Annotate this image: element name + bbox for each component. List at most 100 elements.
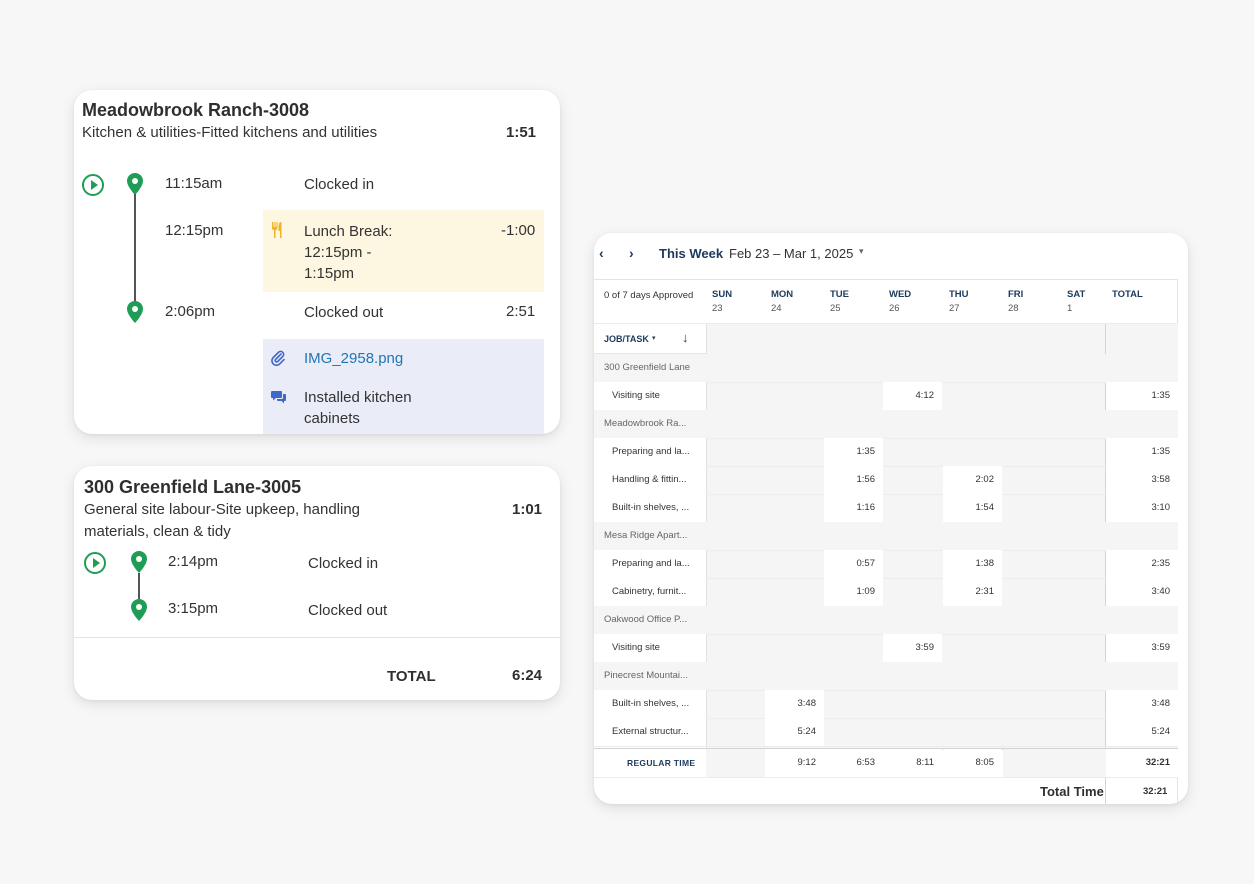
time-cell[interactable]: 3:48	[765, 690, 824, 718]
task-name: Preparing and la...	[612, 446, 690, 457]
play-icon[interactable]	[82, 174, 104, 196]
job-group-row[interactable]: Mesa Ridge Apart...	[594, 522, 1178, 550]
row-total-cell: 3:40	[1106, 578, 1178, 606]
previous-week-button[interactable]: ‹	[599, 245, 604, 261]
time-cell[interactable]: 1:09	[824, 578, 883, 606]
job-name: Meadowbrook Ra...	[604, 418, 687, 429]
chevron-down-icon[interactable]: ▾	[859, 246, 864, 257]
timesheet-grid: 0 of 7 days Approved SUN 23 MON 24 TUE 25 WED 2…	[594, 279, 1178, 804]
time-cell[interactable]: 1:56	[824, 466, 883, 494]
location-pin-icon	[127, 173, 143, 195]
next-week-button[interactable]: ›	[629, 245, 634, 261]
job-name: 300 Greenfield Lane	[604, 362, 691, 373]
lunch-break-duration: -1:00	[501, 222, 536, 239]
play-icon[interactable]	[84, 552, 106, 574]
entry-time: 2:06pm	[165, 303, 216, 320]
task-row[interactable]: Cabinetry, furnit... 1:09 2:31 3:40	[594, 578, 1178, 606]
task-row[interactable]: Visiting site 4:12 1:35	[594, 382, 1178, 410]
time-cell[interactable]: 1:35	[824, 438, 883, 466]
day-header-number: 23	[712, 303, 723, 314]
total-value: 6:24	[512, 667, 543, 684]
job-task-header[interactable]: JOB/TASK ▾ ↓	[594, 324, 706, 354]
task-row[interactable]: Built-in shelves, ... 1:16 1:54 3:10	[594, 494, 1178, 522]
time-cell[interactable]: 5:24	[765, 718, 824, 746]
entry-label: Clocked out	[304, 304, 384, 321]
total-label: TOTAL	[387, 668, 436, 685]
job-subtitle: Kitchen & utilities-Fitted kitchens and …	[82, 124, 378, 141]
day-header-number: 25	[830, 303, 841, 314]
task-name: Handling & fittin...	[612, 474, 687, 485]
timeline-line	[134, 194, 136, 302]
job-duration: 1:01	[512, 501, 543, 518]
total-column-header: TOTAL	[1112, 289, 1143, 300]
empty-cell	[706, 749, 765, 777]
total-time-value: 32:21	[1143, 786, 1168, 797]
row-total-cell: 3:59	[1106, 634, 1178, 662]
day-header-name: SAT	[1067, 289, 1086, 300]
task-name: Preparing and la...	[612, 558, 690, 569]
time-cell[interactable]: 1:54	[943, 494, 1002, 522]
total-time-label: Total Time	[1040, 784, 1104, 799]
location-pin-icon	[131, 599, 147, 621]
task-name: External structur...	[612, 726, 689, 737]
entry-time: 12:15pm	[165, 222, 224, 239]
note-text: Installed kitchen cabinets	[304, 389, 412, 427]
day-header-name: SUN	[712, 289, 733, 300]
row-divider	[594, 777, 1178, 778]
location-pin-icon	[127, 301, 143, 323]
day-header-number: 26	[889, 303, 900, 314]
divider	[74, 637, 560, 638]
day-header-number: 24	[771, 303, 782, 314]
job-name: Oakwood Office P...	[604, 614, 688, 625]
task-row[interactable]: Visiting site 3:59 3:59	[594, 634, 1178, 662]
chevron-down-icon: ▾	[652, 335, 656, 342]
time-cell[interactable]: 4:12	[883, 382, 942, 410]
time-cell[interactable]: 1:16	[824, 494, 883, 522]
job-duration: 1:51	[506, 124, 537, 141]
entry-label: Clocked in	[308, 555, 379, 572]
entry-duration: 2:51	[506, 303, 536, 320]
row-total-cell: 1:35	[1106, 438, 1178, 466]
task-name: Built-in shelves, ...	[612, 502, 690, 513]
job-group-row[interactable]: Pinecrest Mountai...	[594, 662, 1178, 690]
task-row[interactable]: Built-in shelves, ... 3:48 3:48	[594, 690, 1178, 718]
regular-time-cell: 6:53	[824, 749, 883, 777]
weekly-timesheet: ‹ › This Week Feb 23 – Mar 1, 2025 ▾ 0 o…	[594, 233, 1188, 804]
time-cell[interactable]: 0:57	[824, 550, 883, 578]
regular-time-cell: 8:11	[883, 749, 942, 777]
sort-arrow-icon[interactable]: ↓	[682, 330, 689, 345]
task-row[interactable]: Handling & fittin... 1:56 2:02 3:58	[594, 466, 1178, 494]
date-range[interactable]: Feb 23 – Mar 1, 2025	[729, 246, 853, 261]
empty-cell	[1003, 749, 1106, 777]
job-group-row[interactable]: 300 Greenfield Lane	[594, 354, 1178, 382]
task-row[interactable]: Preparing and la... 0:57 1:38 2:35	[594, 550, 1178, 578]
attachment-link[interactable]: IMG_2958.png	[304, 348, 403, 369]
task-name: Built-in shelves, ...	[612, 698, 690, 709]
day-header-name: MON	[771, 289, 794, 300]
fork-knife-icon	[272, 222, 282, 238]
row-total-cell: 1:35	[1106, 382, 1178, 410]
row-total-cell: 3:48	[1106, 690, 1178, 718]
row-divider	[594, 746, 1178, 747]
day-header-name: FRI	[1008, 289, 1024, 300]
job-group-row[interactable]: Meadowbrook Ra...	[594, 410, 1178, 438]
job-group-row[interactable]: Oakwood Office P...	[594, 606, 1178, 634]
timeline-line	[138, 573, 140, 599]
week-label[interactable]: This Week	[659, 246, 723, 261]
task-row[interactable]: External structur... 5:24 5:24	[594, 718, 1178, 746]
time-cell[interactable]: 1:38	[943, 550, 1002, 578]
task-row[interactable]: Preparing and la... 1:35 1:35	[594, 438, 1178, 466]
time-cell[interactable]: 2:31	[943, 578, 1002, 606]
regular-time-label: REGULAR TIME	[627, 758, 696, 768]
row-total-cell: 5:24	[1106, 718, 1178, 746]
regular-time-cell: 8:05	[943, 749, 1002, 777]
time-cell[interactable]: 2:02	[943, 466, 1002, 494]
task-name: Cabinetry, furnit...	[612, 586, 687, 597]
time-cell[interactable]: 3:59	[883, 634, 942, 662]
regular-time-total: 32:21	[1106, 749, 1178, 777]
entry-time: 11:15am	[165, 175, 223, 192]
row-total-cell: 3:58	[1106, 466, 1178, 494]
regular-time-cell: 9:12	[765, 749, 824, 777]
comment-icon	[271, 391, 286, 404]
job-name: Pinecrest Mountai...	[604, 670, 688, 681]
